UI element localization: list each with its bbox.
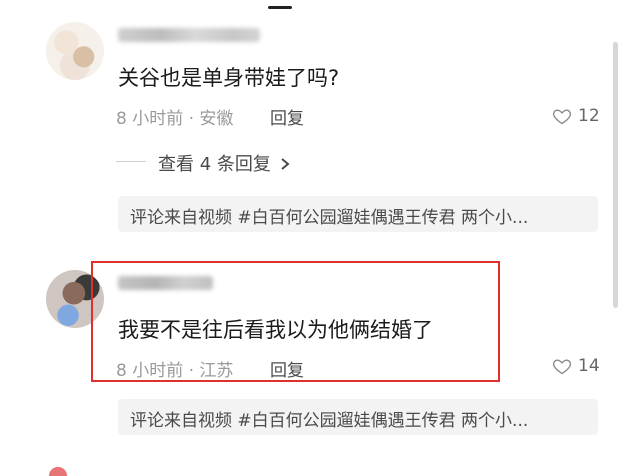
username-blurred[interactable] — [118, 28, 260, 42]
video-source-link[interactable]: 评论来自视频 #白百何公园遛娃偶遇王传君 两个小... — [118, 196, 598, 232]
like-button[interactable] — [552, 356, 572, 380]
comment-text: 关谷也是单身带娃了吗? — [118, 66, 340, 90]
video-source-link[interactable]: 评论来自视频 #白百何公园遛娃偶遇王传君 两个小... — [118, 399, 598, 435]
comment-meta: 8 小时前 · 安徽 — [116, 109, 234, 129]
view-replies-label: 查看 4 条回复 — [158, 154, 271, 175]
like-count: 14 — [578, 356, 600, 376]
reply-button[interactable]: 回复 — [270, 104, 304, 129]
top-handle — [268, 6, 292, 9]
heart-outline-icon — [552, 359, 572, 375]
like-count: 12 — [578, 106, 600, 126]
view-replies-link[interactable]: 查看 4 条回复 — [158, 150, 291, 176]
scrollbar[interactable] — [613, 42, 618, 308]
like-button[interactable] — [552, 106, 572, 130]
avatar[interactable] — [46, 22, 104, 80]
heart-outline-icon — [552, 109, 572, 125]
replies-divider — [116, 161, 146, 162]
chevron-right-icon — [281, 158, 290, 170]
highlight-box — [91, 261, 500, 382]
next-avatar-fragment — [46, 466, 86, 476]
